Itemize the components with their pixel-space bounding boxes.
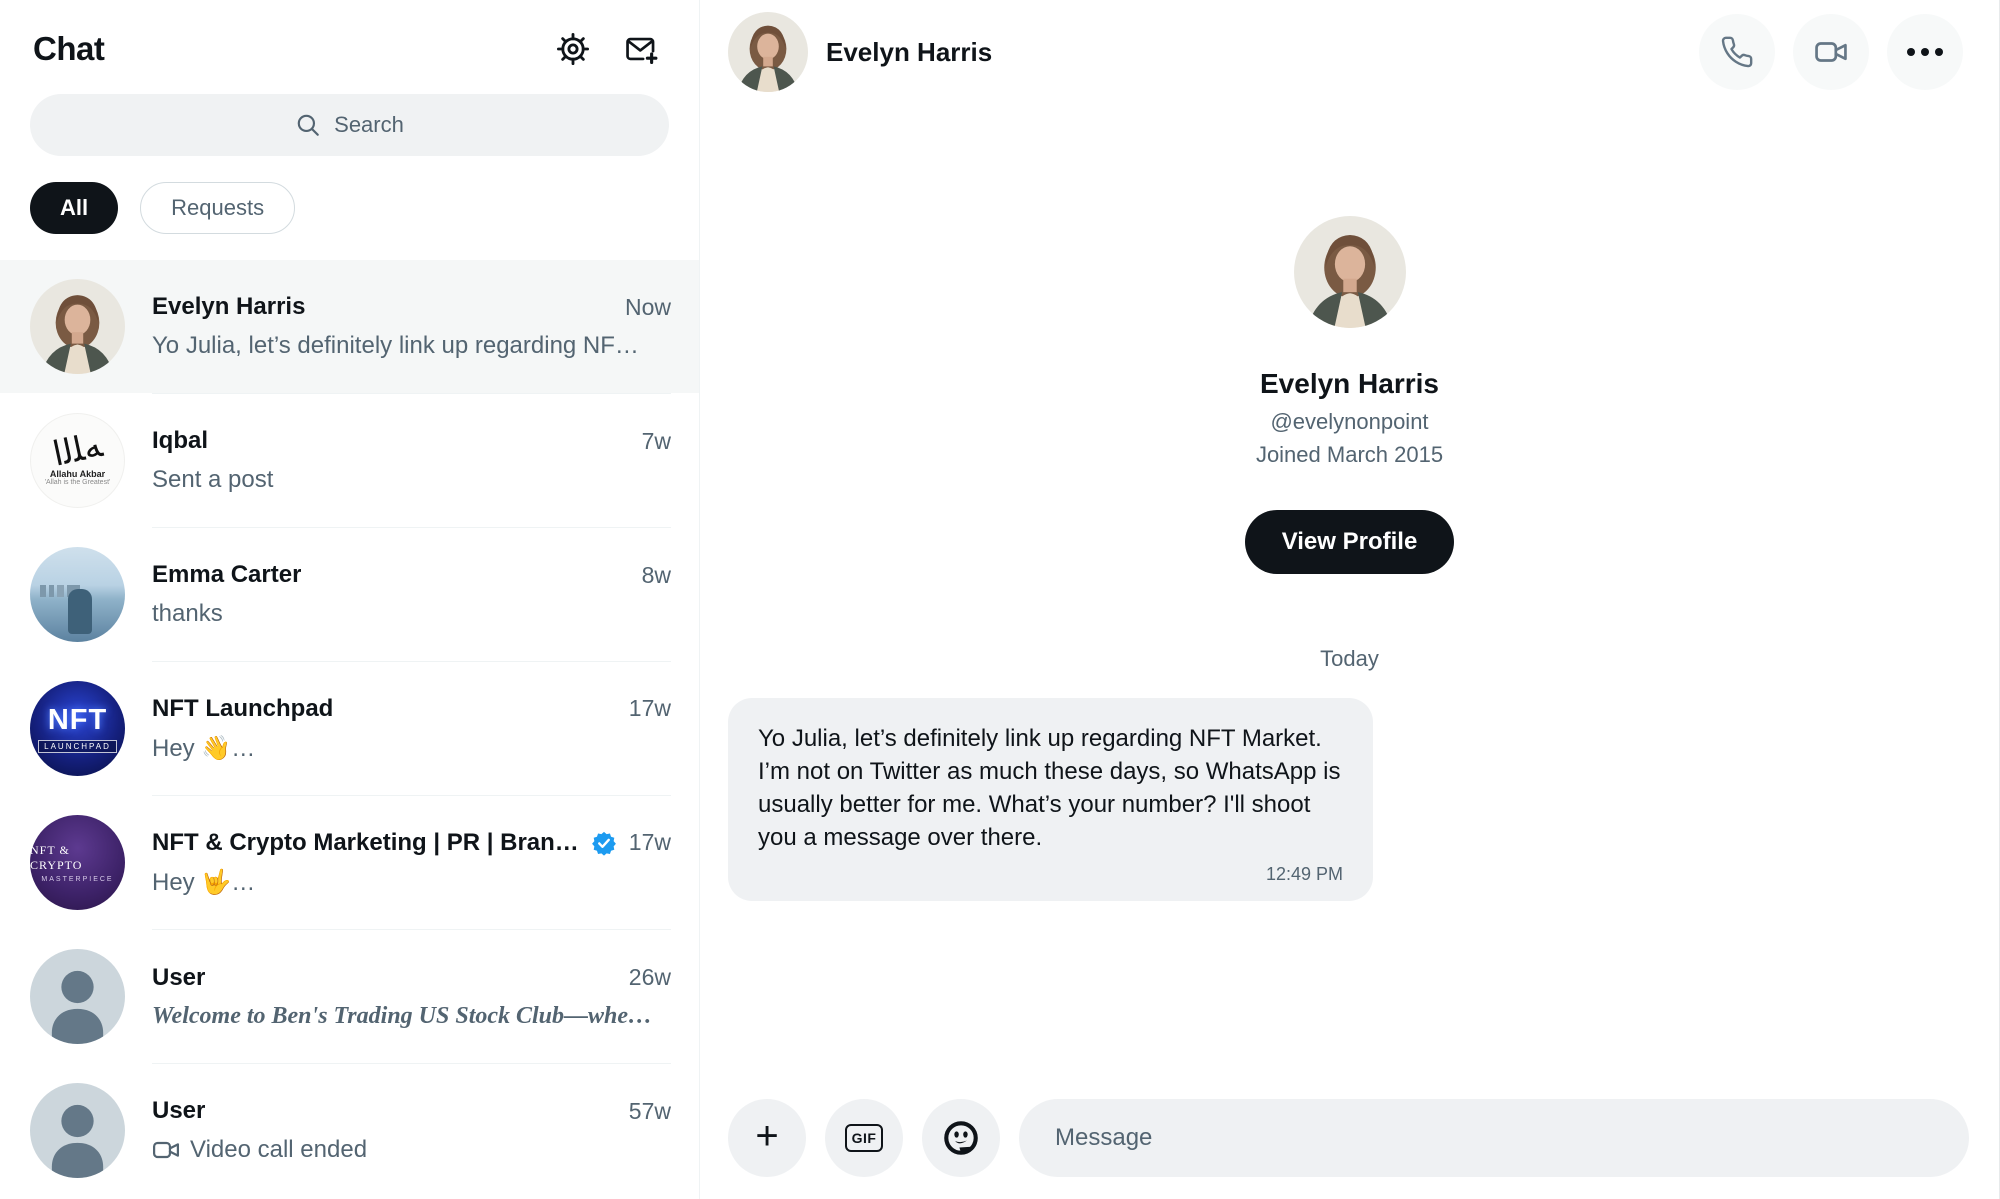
conversation-list: Evelyn Harris Now Yo Julia, let’s defini… — [0, 260, 699, 1199]
avatar-figure — [68, 589, 92, 634]
calligraphy-art: ﻪﻠﻟﺍ — [50, 430, 105, 470]
attach-media-button[interactable]: + — [728, 1099, 806, 1177]
gif-icon: GIF — [845, 1124, 884, 1152]
message-composer: + GIF — [700, 1099, 1999, 1199]
conversation-row-nft-crypto-marketing[interactable]: NFT & CRYPTO MASTERPIECE NFT & Crypto Ma… — [0, 796, 699, 929]
emoji-button[interactable] — [922, 1099, 1000, 1177]
conversation-row-body: Evelyn Harris Now Yo Julia, let’s defini… — [152, 293, 671, 360]
conversation-name: Emma Carter — [152, 561, 301, 589]
date-separator: Today — [700, 646, 1999, 672]
avatar — [30, 1083, 125, 1178]
conversation-title[interactable]: Evelyn Harris — [826, 37, 992, 68]
conversation-preview: Hey 🤟… — [152, 868, 671, 897]
conversation-preview: Sent a post — [152, 466, 671, 494]
conversation-preview: Video call ended — [152, 1136, 671, 1164]
conversation-time: 57w — [629, 1098, 671, 1125]
conversation-row-body: NFT & Crypto Marketing | PR | Bran… 17w … — [152, 829, 671, 897]
profile-handle: @evelynonpoint — [1270, 409, 1428, 435]
filter-all[interactable]: All — [30, 182, 118, 234]
avatar-text: NFT & CRYPTO — [30, 843, 125, 873]
message-text: Yo Julia, let’s definitely link up regar… — [758, 722, 1343, 854]
voice-call-button[interactable] — [1699, 14, 1775, 90]
conversation-row-nft-launchpad[interactable]: NFT LAUNCHPAD NFT Launchpad 17w Hey 👋… — [0, 662, 699, 795]
conversation-row-user-group[interactable]: User 26w Welcome to Ben's Trading US Sto… — [0, 930, 699, 1063]
conversation-name: Iqbal — [152, 427, 208, 455]
filter-requests-label: Requests — [171, 195, 264, 221]
conversation-time: Now — [625, 294, 671, 321]
conversation-name: NFT & Crypto Marketing | PR | Bran… — [152, 829, 579, 857]
message-bubble: Yo Julia, let’s definitely link up regar… — [728, 698, 1373, 901]
conversation-row-body: User 57w Video call ended — [152, 1097, 671, 1164]
profile-joined: Joined March 2015 — [1256, 442, 1443, 468]
sidebar-header-icons — [555, 31, 659, 67]
envelope-plus-icon — [624, 32, 658, 66]
conversation-time: 17w — [629, 695, 671, 722]
settings-button[interactable] — [555, 31, 591, 67]
chat-sidebar: Chat — [0, 0, 700, 1199]
video-camera-icon — [1814, 35, 1848, 69]
conversation-preview: thanks — [152, 600, 671, 628]
avatar — [1294, 216, 1406, 328]
conversation-row-body: User 26w Welcome to Ben's Trading US Sto… — [152, 964, 671, 1030]
plus-icon: + — [755, 1116, 778, 1156]
message-input[interactable] — [1019, 1099, 1969, 1177]
conversation-name: User — [152, 964, 205, 992]
phone-icon — [1720, 35, 1754, 69]
conversation-preview: Yo Julia, let’s definitely link up regar… — [152, 332, 671, 360]
avatar-text: NFT — [48, 704, 107, 737]
avatar: ﻪﻠﻟﺍ Allahu Akbar 'Allah is the Greatest… — [30, 413, 125, 508]
filter-chips: All Requests — [30, 182, 669, 234]
verified-badge-icon — [591, 830, 617, 856]
conversation-preview: Welcome to Ben's Trading US Stock Club—w… — [152, 1003, 671, 1030]
avatar: NFT LAUNCHPAD — [30, 681, 125, 776]
avatar — [30, 279, 125, 374]
search-placeholder: Search — [334, 112, 404, 138]
conversation-row-body: Emma Carter 8w thanks — [152, 561, 671, 628]
new-message-button[interactable] — [623, 31, 659, 67]
avatar — [30, 547, 125, 642]
gear-icon — [556, 32, 590, 66]
conversation-row-body: NFT Launchpad 17w Hey 👋… — [152, 695, 671, 763]
conversation-time: 26w — [629, 964, 671, 991]
video-camera-icon — [152, 1136, 180, 1164]
conversation-name: NFT Launchpad — [152, 695, 333, 723]
message-timestamp: 12:49 PM — [758, 864, 1343, 885]
sidebar-header: Chat — [0, 0, 699, 74]
conversation-row-emma-carter[interactable]: Emma Carter 8w thanks — [0, 528, 699, 661]
conversation-row-user-video[interactable]: User 57w Video call ended — [0, 1064, 699, 1197]
conversation-row-iqbal[interactable]: ﻪﻠﻟﺍ Allahu Akbar 'Allah is the Greatest… — [0, 394, 699, 527]
conversation-time: 17w — [629, 829, 671, 856]
profile-name: Evelyn Harris — [1260, 368, 1439, 400]
filter-all-label: All — [60, 195, 88, 221]
conversation-preview: Hey 👋… — [152, 734, 671, 763]
three-dots-icon — [1907, 48, 1943, 56]
conversation-actions — [1699, 14, 1963, 90]
conversation-time: 7w — [642, 428, 671, 455]
avatar-subcaption: 'Allah is the Greatest' — [45, 479, 111, 486]
conversation-row-evelyn-harris[interactable]: Evelyn Harris Now Yo Julia, let’s defini… — [0, 260, 699, 393]
conversation-header: Evelyn Harris — [700, 0, 1999, 104]
conversation-row-body: Iqbal 7w Sent a post — [152, 427, 671, 494]
conversation-name: Evelyn Harris — [152, 293, 305, 321]
search-icon — [295, 112, 321, 138]
avatar: NFT & CRYPTO MASTERPIECE — [30, 815, 125, 910]
page-title: Chat — [33, 30, 104, 68]
smiley-icon — [942, 1119, 980, 1157]
avatar-subtext: LAUNCHPAD — [38, 740, 117, 753]
avatar[interactable] — [728, 12, 808, 92]
search-input[interactable]: Search — [30, 94, 669, 156]
filter-requests[interactable]: Requests — [140, 182, 295, 234]
conversation-panel: Evelyn Harris Evelyn Harris @evelynonpoi… — [700, 0, 1999, 1199]
avatar — [30, 949, 125, 1044]
view-profile-button[interactable]: View Profile — [1245, 510, 1455, 574]
conversation-name: User — [152, 1097, 205, 1125]
more-options-button[interactable] — [1887, 14, 1963, 90]
profile-card: Evelyn Harris @evelynonpoint Joined Marc… — [700, 216, 1999, 574]
conversation-time: 8w — [642, 562, 671, 589]
gif-button[interactable]: GIF — [825, 1099, 903, 1177]
avatar-subtext: MASTERPIECE — [41, 876, 113, 883]
video-call-button[interactable] — [1793, 14, 1869, 90]
